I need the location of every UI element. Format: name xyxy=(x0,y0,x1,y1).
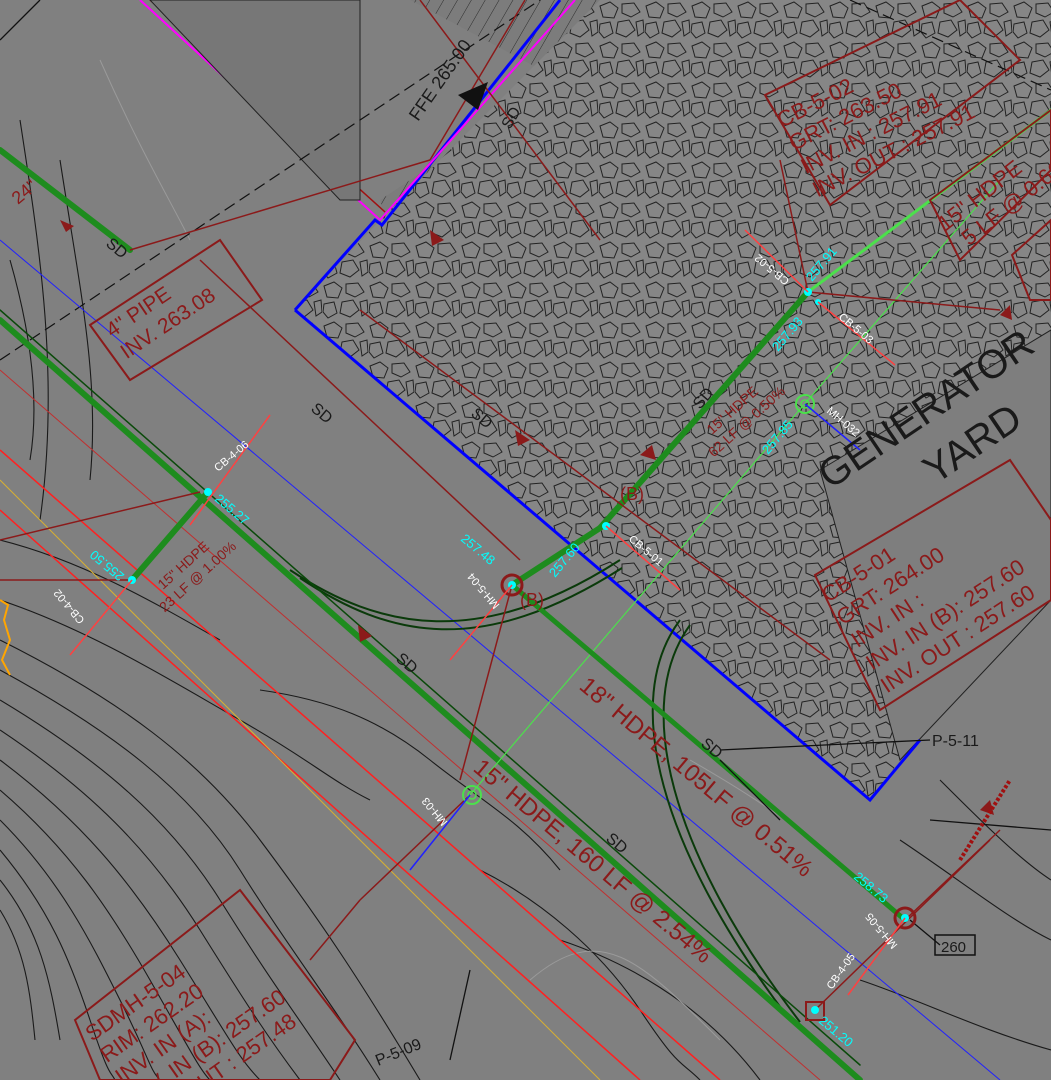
node-id-cb-4-06: CB-4-06 xyxy=(212,439,251,475)
invert-label: 258.73 xyxy=(851,869,891,906)
site-plan-canvas: GENERATOR YARD FFE 265.00 24" 260 CB-5-0… xyxy=(0,0,1051,1080)
pipe-letter-b1: (B) xyxy=(520,590,544,610)
callout-sdmh-5-04: SDMH-5-04 RIM: 262.20 INV. IN (A): INV. … xyxy=(81,959,301,1080)
profile-tag-p-5-09: P-5-09 xyxy=(373,1036,424,1070)
node-id-mh-03: MH-03 xyxy=(420,795,450,828)
node-id-cb-4-05: CB-4-05 xyxy=(825,951,858,991)
pipe-label-15in-160: 15" HDPE, 160 LF @ 2.54% xyxy=(468,754,717,969)
sd-tag: SD xyxy=(307,400,335,427)
red-dashed-arrow xyxy=(958,778,1012,862)
ffe-label: FFE 265.00 xyxy=(405,36,475,125)
sd-tag: SD xyxy=(697,735,725,762)
profile-tag-p-5-11: P-5-11 xyxy=(932,733,979,750)
orange-symbol xyxy=(0,599,12,676)
sd-tag: SD xyxy=(102,235,130,262)
callout-4in-pipe: 4" PIPE INV. 263.08 xyxy=(102,282,220,363)
pipe-letter-b2: (B) xyxy=(620,484,644,504)
node-id-mh-5-04: MH-5-04 xyxy=(466,570,503,610)
node-id-cb-4-02: CB-4-02 xyxy=(52,587,88,626)
contour-tag: 260 xyxy=(941,939,966,956)
invert-label: 257.48 xyxy=(458,531,498,568)
